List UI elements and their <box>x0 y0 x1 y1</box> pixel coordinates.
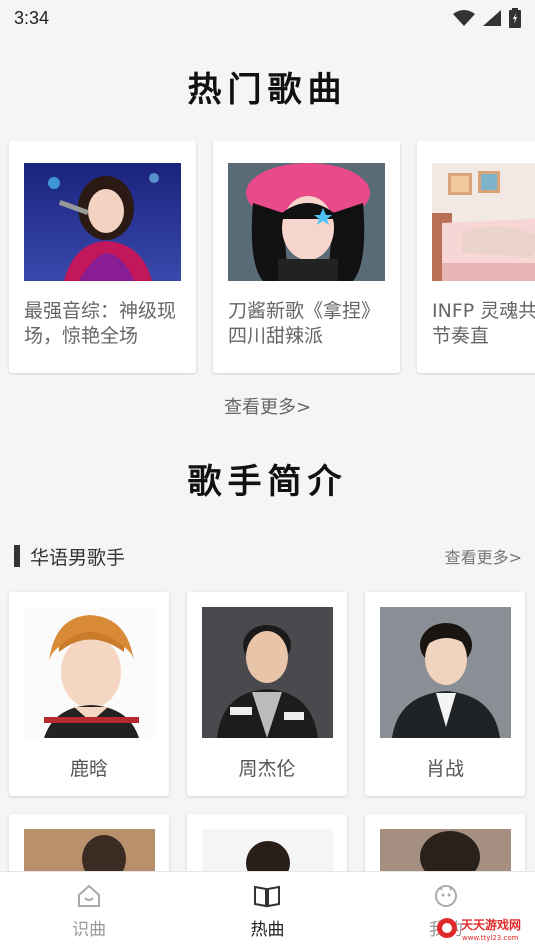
status-time: 3:34 <box>14 7 50 28</box>
home-icon <box>78 884 101 907</box>
singer-card[interactable]: 周杰伦 <box>187 592 347 796</box>
hot-song-card[interactable]: 刀酱新歌《拿捏》 四川甜辣派 <box>213 141 400 373</box>
hot-songs-carousel[interactable]: 最强音综：神级现场，惊艳全场 刀酱新歌《拿捏》 四川甜辣派 INFP 灵魂共 节… <box>0 141 535 375</box>
category-label-group: 华语男歌手 <box>14 543 125 570</box>
tab-label: 热曲 <box>250 920 285 940</box>
hot-songs-title: 热门歌曲 <box>187 70 348 110</box>
singer-name: 肖战 <box>425 758 464 780</box>
singer-name: 周杰伦 <box>238 758 296 780</box>
singer-photo <box>380 829 511 874</box>
signal-icon <box>483 10 501 26</box>
singer-card[interactable] <box>187 814 347 874</box>
category-marker <box>14 545 20 567</box>
singer-card[interactable] <box>9 814 169 874</box>
hot-songs-see-more-link[interactable]: 查看更多> <box>0 393 535 419</box>
status-icons <box>453 8 521 28</box>
battery-icon <box>509 8 521 28</box>
watermark-logo: 天天游戏网 www.ttyl23.com <box>435 913 531 943</box>
pink-hat-girl-thumbnail <box>228 163 385 281</box>
status-bar: 3:34 <box>0 0 535 36</box>
singer-photo <box>202 829 333 874</box>
svg-text:天天游戏网: 天天游戏网 <box>461 917 521 932</box>
category-title: 华语男歌手 <box>30 546 126 569</box>
singer-card[interactable]: 肖战 <box>365 592 525 796</box>
hot-song-caption: 最强音综：神级现场，惊艳全场 <box>24 300 177 347</box>
wifi-icon <box>453 10 475 26</box>
bedroom-thumbnail <box>432 163 535 281</box>
tab-hot-songs[interactable]: 热曲 <box>178 872 356 951</box>
hot-song-caption: INFP 灵魂共鸣 轻缓节奏直 <box>432 300 535 347</box>
singer-photo <box>202 607 333 738</box>
hot-song-card[interactable]: 最强音综：神级现场，惊艳全场 <box>9 141 196 373</box>
svg-text:www.ttyl23.com: www.ttyl23.com <box>462 934 519 942</box>
singers-title: 歌手简介 <box>187 462 348 502</box>
hot-song-caption: 刀酱新歌《拿捏》 四川甜辣派 <box>228 300 381 347</box>
singer-card[interactable] <box>365 814 525 874</box>
tab-label: 识曲 <box>72 920 107 940</box>
singer-name: 鹿晗 <box>69 758 108 780</box>
singer-photo <box>380 607 511 738</box>
book-icon <box>254 885 281 908</box>
singer-photo <box>24 607 155 738</box>
category-header: 华语男歌手 查看更多> <box>14 542 522 570</box>
singer-photo <box>24 829 155 874</box>
singer-card[interactable]: 鹿晗 <box>9 592 169 796</box>
hot-song-card[interactable]: INFP 灵魂共鸣 轻缓节奏直 <box>417 141 535 373</box>
category-see-more-link[interactable]: 查看更多> <box>445 544 522 568</box>
face-icon <box>434 885 457 907</box>
tab-recognize[interactable]: 识曲 <box>0 872 178 951</box>
concert-thumbnail <box>24 163 181 281</box>
